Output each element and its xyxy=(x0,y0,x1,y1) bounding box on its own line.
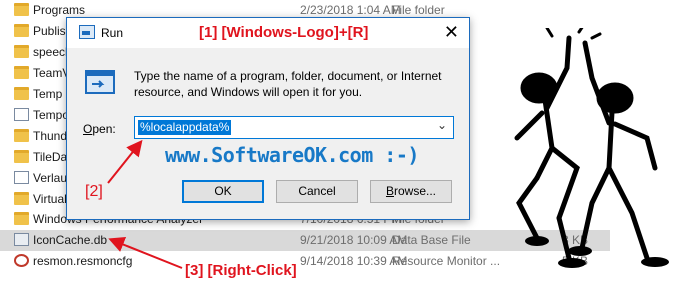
arrow-to-input xyxy=(107,139,143,184)
high-five-figures-illustration xyxy=(514,28,669,268)
arrow-to-iconcache xyxy=(108,237,183,269)
